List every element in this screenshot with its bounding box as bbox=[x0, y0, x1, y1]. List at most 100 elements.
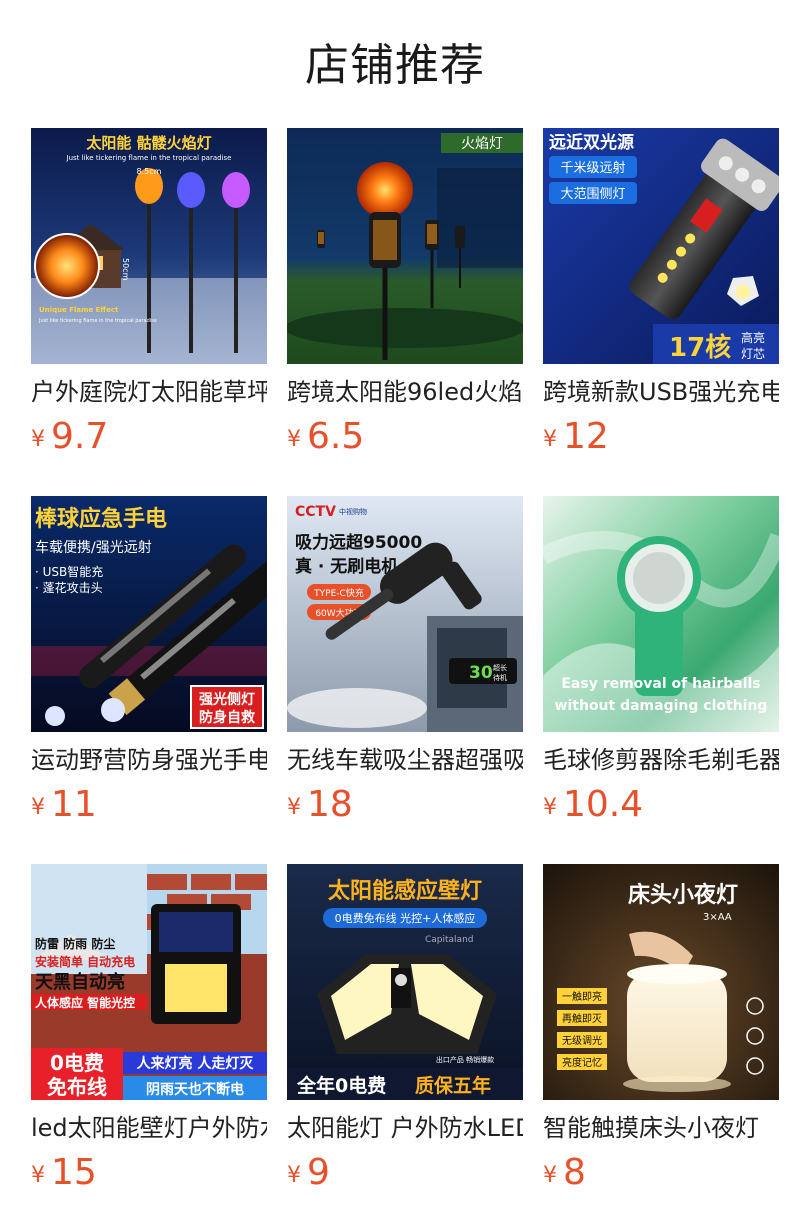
image-line3: 天黑自动亮 bbox=[35, 971, 125, 993]
currency-symbol: ¥ bbox=[31, 1163, 45, 1188]
image-line4: 人体感应 智能光控 bbox=[35, 995, 135, 1010]
image-line2: 安装简单 自动充电 bbox=[35, 954, 135, 969]
product-price: ¥9 bbox=[287, 1148, 330, 1198]
product-card[interactable]: 太阳能 骷髅火焰灯 Just like tickering flame in t… bbox=[31, 128, 267, 468]
image-subline: 0电费免布线 光控+人体感应 bbox=[335, 911, 476, 925]
product-image-baseball-bat-flashlight[interactable]: 棒球应急手电 车载便携/强光远射 · USB智能充 · 蓬花攻击头 强光侧灯 防… bbox=[31, 496, 267, 732]
image-size-width: 8.5cm bbox=[137, 167, 162, 176]
image-badge-b: 待机 bbox=[493, 673, 507, 682]
product-card[interactable]: Easy removal of hairballs without damagi… bbox=[543, 496, 779, 836]
image-tag: 火焰灯 bbox=[461, 136, 503, 152]
image-size-height: 50cm bbox=[121, 258, 130, 281]
section-title: 店铺推荐 bbox=[305, 40, 485, 91]
image-subline: 车载便携/强光远射 bbox=[35, 539, 152, 556]
product-price: ¥11 bbox=[31, 780, 97, 830]
image-line1: Easy removal of hairballs bbox=[561, 676, 760, 692]
product-price: ¥15 bbox=[31, 1148, 97, 1198]
product-image-solar-skull-flame-lamp[interactable]: 太阳能 骷髅火焰灯 Just like tickering flame in t… bbox=[31, 128, 267, 364]
image-bullet1: · USB智能充 bbox=[35, 564, 103, 579]
product-image-solar-wall-lamp[interactable]: 防雷 防雨 防尘 安装简单 自动充电 天黑自动亮 人体感应 智能光控 0电费 免… bbox=[31, 864, 267, 1100]
price-value: 6.5 bbox=[307, 416, 365, 457]
image-option1: 一触即亮 bbox=[562, 990, 602, 1003]
image-option2: 再触即灭 bbox=[562, 1012, 602, 1025]
product-image-car-vacuum[interactable]: CCTV 中视购物 吸力远超95000 真 · 无刷电机 TYPE-C快充 60… bbox=[287, 496, 523, 732]
image-line1: 吸力远超95000 bbox=[295, 532, 422, 553]
price-value: 11 bbox=[51, 784, 97, 825]
product-price: ¥12 bbox=[543, 412, 609, 462]
image-bullet2: · 蓬花攻击头 bbox=[35, 580, 103, 595]
image-headline: 床头小夜灯 bbox=[628, 882, 738, 908]
price-value: 9 bbox=[307, 1152, 330, 1193]
image-tag2: 免布线 bbox=[47, 1075, 107, 1099]
product-card[interactable]: 床头小夜灯 3×AA 一触即亮 再触即灭 无级调光 亮度记忆 智能触摸床头小夜灯… bbox=[543, 864, 779, 1204]
product-name[interactable]: 无线车载吸尘器超强吸力 bbox=[287, 742, 523, 778]
image-subline: Just like tickering flame in the tropica… bbox=[66, 154, 232, 162]
image-line1: 千米级远射 bbox=[560, 160, 625, 176]
product-price: ¥10.4 bbox=[543, 780, 643, 830]
product-card[interactable]: 防雷 防雨 防尘 安装简单 自动充电 天黑自动亮 人体感应 智能光控 0电费 免… bbox=[31, 864, 267, 1204]
image-small: 出口产品 畅销爆款 bbox=[436, 1055, 494, 1064]
price-value: 10.4 bbox=[563, 784, 644, 825]
product-name[interactable]: 毛球修剪器除毛剃毛器 bbox=[543, 742, 779, 778]
product-card[interactable]: 火焰灯 跨境太阳能96led火焰灯 ¥6.5 bbox=[287, 128, 523, 468]
product-name[interactable]: led太阳能壁灯户外防水灯 bbox=[31, 1110, 267, 1146]
product-price: ¥6.5 bbox=[287, 412, 364, 462]
image-badge-a: 超长 bbox=[493, 663, 507, 672]
image-chip1: TYPE-C快充 bbox=[313, 587, 364, 599]
image-badge-b: 灯芯 bbox=[741, 347, 765, 361]
image-badge: Unique Flame Effect bbox=[39, 306, 119, 314]
product-image-solar-sensor-wall-lamp[interactable]: 太阳能感应壁灯 0电费免布线 光控+人体感应 Capitaland 出口产品 畅… bbox=[287, 864, 523, 1100]
image-line2: 大范围侧灯 bbox=[560, 187, 625, 202]
price-value: 18 bbox=[307, 784, 353, 825]
product-card[interactable]: 棒球应急手电 车载便携/强光远射 · USB智能充 · 蓬花攻击头 强光侧灯 防… bbox=[31, 496, 267, 836]
product-name[interactable]: 运动野营防身强光手电筒 bbox=[31, 742, 267, 778]
image-logo-sub: 中视购物 bbox=[339, 507, 367, 516]
image-brand: Capitaland bbox=[425, 935, 474, 945]
image-badge1: 强光侧灯 bbox=[199, 691, 255, 708]
currency-symbol: ¥ bbox=[287, 1163, 301, 1188]
image-headline: 棒球应急手电 bbox=[35, 506, 167, 532]
image-foot2: 质保五年 bbox=[415, 1074, 491, 1097]
price-value: 12 bbox=[563, 416, 609, 457]
image-badge: 30 bbox=[469, 663, 493, 683]
currency-symbol: ¥ bbox=[31, 795, 45, 820]
image-option4: 亮度记忆 bbox=[562, 1056, 602, 1069]
product-image-usb-flashlight[interactable]: 远近双光源 千米级远射 大范围侧灯 17核 高亮 灯芯 bbox=[543, 128, 779, 364]
image-logo: CCTV bbox=[295, 504, 336, 520]
product-name[interactable]: 户外庭院灯太阳能草坪灯 bbox=[31, 374, 267, 410]
image-foot1: 全年0电费 bbox=[296, 1074, 386, 1097]
image-tag4: 阴雨天也不断电 bbox=[146, 1081, 244, 1098]
product-price: ¥8 bbox=[543, 1148, 586, 1198]
image-headline: 太阳能感应壁灯 bbox=[328, 878, 482, 904]
price-value: 15 bbox=[51, 1152, 97, 1193]
image-sub: 3×AA bbox=[703, 912, 732, 923]
currency-symbol: ¥ bbox=[543, 1163, 557, 1188]
product-name[interactable]: 智能触摸床头小夜灯 bbox=[543, 1110, 779, 1146]
currency-symbol: ¥ bbox=[31, 427, 45, 452]
image-badge2: 防身自救 bbox=[199, 709, 256, 726]
image-option3: 无级调光 bbox=[562, 1034, 602, 1047]
product-card[interactable]: 远近双光源 千米级远射 大范围侧灯 17核 高亮 灯芯 跨境新款USB强光充电 … bbox=[543, 128, 779, 468]
image-tag3: 人来灯亮 人走灯灭 bbox=[137, 1055, 255, 1072]
image-tag1: 0电费 bbox=[50, 1051, 104, 1075]
product-price: ¥9.7 bbox=[31, 412, 108, 462]
product-card[interactable]: 太阳能感应壁灯 0电费免布线 光控+人体感应 Capitaland 出口产品 畅… bbox=[287, 864, 523, 1204]
image-badge-number: 17核 bbox=[669, 332, 731, 363]
currency-symbol: ¥ bbox=[287, 427, 301, 452]
product-image-solar-flame-torch[interactable]: 火焰灯 bbox=[287, 128, 523, 364]
product-card[interactable]: CCTV 中视购物 吸力远超95000 真 · 无刷电机 TYPE-C快充 60… bbox=[287, 496, 523, 836]
currency-symbol: ¥ bbox=[287, 795, 301, 820]
product-image-touch-night-light[interactable]: 床头小夜灯 3×AA 一触即亮 再触即灭 无级调光 亮度记忆 bbox=[543, 864, 779, 1100]
image-line2: without damaging clothing bbox=[555, 698, 768, 714]
product-name[interactable]: 太阳能灯 户外防水LED感应壁灯 bbox=[287, 1110, 523, 1146]
currency-symbol: ¥ bbox=[543, 795, 557, 820]
image-badge-sub: Just like tickering flame in the tropica… bbox=[38, 318, 157, 324]
price-value: 9.7 bbox=[51, 416, 109, 457]
price-value: 8 bbox=[563, 1152, 586, 1193]
product-name[interactable]: 跨境太阳能96led火焰灯 bbox=[287, 374, 523, 410]
product-image-lint-remover[interactable]: Easy removal of hairballs without damagi… bbox=[543, 496, 779, 732]
image-line2: 真 · 无刷电机 bbox=[295, 556, 398, 577]
currency-symbol: ¥ bbox=[543, 427, 557, 452]
product-name[interactable]: 跨境新款USB强光充电手电筒 bbox=[543, 374, 779, 410]
image-line1: 防雷 防雨 防尘 bbox=[35, 936, 115, 951]
